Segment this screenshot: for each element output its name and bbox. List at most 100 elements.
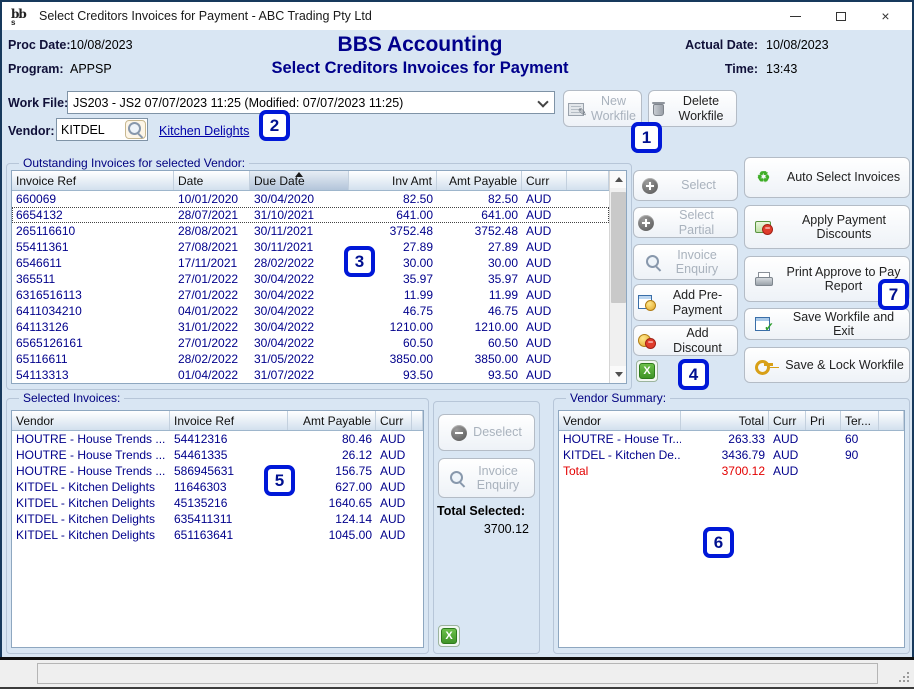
- workfile-combobox[interactable]: JS203 - JS2 07/07/2023 11:25 (Modified: …: [67, 91, 555, 114]
- table-row[interactable]: KITDEL - Kitchen Delights 635411311 124.…: [12, 511, 423, 527]
- cell-ter: [841, 463, 879, 479]
- add-prepayment-button[interactable]: Add Pre-Payment: [633, 284, 738, 321]
- minimize-icon: [790, 16, 801, 17]
- app-title: BBS Accounting: [250, 33, 590, 57]
- cell-vendor: HOUTRE - House Tr...: [559, 431, 681, 447]
- invoice-enquiry-button[interactable]: Invoice Enquiry: [633, 244, 738, 280]
- save-workfile-exit-button[interactable]: Save Workfile and Exit: [744, 308, 910, 340]
- table-row[interactable]: KITDEL - Kitchen Delights 45135216 1640.…: [12, 495, 423, 511]
- annotation-badge-7: 7: [878, 279, 909, 310]
- auto-select-invoices-button[interactable]: Auto Select Invoices: [744, 157, 910, 198]
- col-ter[interactable]: Ter...: [841, 411, 879, 430]
- col-amt-payable[interactable]: Amt Payable: [288, 411, 376, 430]
- new-workfile-button[interactable]: New Workfile: [563, 90, 642, 127]
- scrollbar-thumb[interactable]: [611, 192, 626, 303]
- col-filler: [879, 411, 904, 430]
- cell-ter: 90: [841, 447, 879, 463]
- col-filler: [567, 171, 609, 190]
- cell-inv-amt: 82.50: [349, 191, 437, 207]
- scroll-down-button[interactable]: [610, 366, 627, 383]
- invoice-enquiry-label: Invoice Enquiry: [668, 248, 726, 277]
- cell-amt-payable: 35.97: [437, 271, 522, 287]
- table-row[interactable]: 265116610 28/08/2021 30/11/2021 3752.48 …: [12, 223, 609, 239]
- table-row[interactable]: KITDEL - Kitchen De... 3436.79 AUD 90: [559, 447, 904, 463]
- col-pri[interactable]: Pri: [806, 411, 841, 430]
- cell-amt-payable: 1210.00: [437, 319, 522, 335]
- cell-inv-amt: 11.99: [349, 287, 437, 303]
- cell-due: 30/11/2021: [250, 223, 349, 239]
- cell-due: 28/02/2022: [250, 255, 349, 271]
- apply-payment-discounts-button[interactable]: Apply Payment Discounts: [744, 205, 910, 249]
- sort-ascending-icon: [295, 172, 303, 177]
- vendor-search-button[interactable]: [125, 120, 146, 139]
- cell-ref: 45135216: [170, 495, 288, 511]
- cell-due: 30/04/2020: [250, 191, 349, 207]
- table-row[interactable]: KITDEL - Kitchen Delights 11646303 627.0…: [12, 479, 423, 495]
- deselect-button[interactable]: Deselect: [438, 414, 535, 451]
- delete-workfile-button[interactable]: Delete Workfile: [648, 90, 737, 127]
- table-row[interactable]: HOUTRE - House Trends ... 586945631 156.…: [12, 463, 423, 479]
- outstanding-group-label: Outstanding Invoices for selected Vendor…: [19, 156, 249, 170]
- export-outstanding-excel-button[interactable]: [636, 360, 658, 382]
- table-row[interactable]: HOUTRE - House Trends ... 54461335 26.12…: [12, 447, 423, 463]
- select-button[interactable]: Select: [633, 170, 738, 201]
- col-due-date[interactable]: Due Date: [250, 171, 349, 190]
- selected-invoice-enquiry-button[interactable]: Invoice Enquiry: [438, 458, 535, 498]
- add-discount-label: Add Discount: [662, 326, 733, 355]
- col-invoice-ref[interactable]: Invoice Ref: [12, 171, 174, 190]
- cell-curr: AUD: [376, 431, 412, 447]
- cell-curr: AUD: [376, 495, 412, 511]
- col-total[interactable]: Total: [681, 411, 769, 430]
- maximize-button[interactable]: [818, 2, 863, 30]
- col-vendor[interactable]: Vendor: [559, 411, 681, 430]
- cell-ref: 6411034210: [12, 303, 174, 319]
- cell-date: 04/01/2022: [174, 303, 250, 319]
- resize-grip-icon[interactable]: [897, 670, 909, 682]
- table-row[interactable]: 6316516113 27/01/2022 30/04/2022 11.99 1…: [12, 287, 609, 303]
- table-row[interactable]: HOUTRE - House Tr... 263.33 AUD 60: [559, 431, 904, 447]
- col-curr[interactable]: Curr: [769, 411, 806, 430]
- col-curr[interactable]: Curr: [522, 171, 567, 190]
- table-row-selected[interactable]: 6654132 28/07/2021 31/10/2021 641.00 641…: [12, 207, 609, 223]
- vendor-name-link[interactable]: Kitchen Delights: [159, 124, 249, 138]
- scroll-up-button[interactable]: [610, 171, 627, 188]
- export-selected-excel-button[interactable]: [438, 625, 460, 647]
- close-button[interactable]: ×: [863, 2, 908, 30]
- table-row[interactable]: 660069 10/01/2020 30/04/2020 82.50 82.50…: [12, 191, 609, 207]
- cell-date: 01/04/2022: [174, 367, 250, 383]
- col-vendor[interactable]: Vendor: [12, 411, 170, 430]
- save-lock-workfile-button[interactable]: Save & Lock Workfile: [744, 347, 910, 383]
- app-window: Select Creditors Invoices for Payment - …: [0, 0, 914, 689]
- select-partial-button[interactable]: Select Partial: [633, 207, 738, 238]
- table-row[interactable]: KITDEL - Kitchen Delights 651163641 1045…: [12, 527, 423, 543]
- actual-date-value: 10/08/2023: [766, 38, 829, 52]
- table-row[interactable]: 64113126 31/01/2022 30/04/2022 1210.00 1…: [12, 319, 609, 335]
- table-row[interactable]: 6565126161 27/01/2022 30/04/2022 60.50 6…: [12, 335, 609, 351]
- annotation-badge-5: 5: [264, 465, 295, 496]
- cell-amt-payable: 82.50: [437, 191, 522, 207]
- minimize-button[interactable]: [773, 2, 818, 30]
- add-discount-button[interactable]: Add Discount: [633, 325, 738, 356]
- table-row[interactable]: 54113313 01/04/2022 31/07/2022 93.50 93.…: [12, 367, 609, 383]
- table-row[interactable]: 365511 27/01/2022 30/04/2022 35.97 35.97…: [12, 271, 609, 287]
- close-icon: ×: [881, 9, 889, 23]
- cell-ref: 6546611: [12, 255, 174, 271]
- table-row[interactable]: HOUTRE - House Trends ... 54412316 80.46…: [12, 431, 423, 447]
- select-partial-label: Select Partial: [660, 208, 733, 237]
- vendor-summary-group-label: Vendor Summary:: [566, 391, 670, 405]
- col-invoice-ref[interactable]: Invoice Ref: [170, 411, 288, 430]
- table-row[interactable]: 6546611 17/11/2021 28/02/2022 30.00 30.0…: [12, 255, 609, 271]
- table-row[interactable]: 55411361 27/08/2021 30/11/2021 27.89 27.…: [12, 239, 609, 255]
- vertical-scrollbar[interactable]: [609, 171, 626, 383]
- col-amt-payable[interactable]: Amt Payable: [437, 171, 522, 190]
- col-curr[interactable]: Curr: [376, 411, 412, 430]
- outstanding-header-row: Invoice Ref Date Due Date Inv Amt Amt Pa…: [12, 171, 609, 191]
- new-workfile-icon: [568, 103, 584, 116]
- table-row[interactable]: 6411034210 04/01/2022 30/04/2022 46.75 4…: [12, 303, 609, 319]
- cell-due: 30/04/2022: [250, 335, 349, 351]
- actual-date-label: Actual Date:: [655, 38, 758, 52]
- table-row[interactable]: 65116611 28/02/2022 31/05/2022 3850.00 3…: [12, 351, 609, 367]
- col-date[interactable]: Date: [174, 171, 250, 190]
- excel-icon: [441, 628, 457, 644]
- col-inv-amt[interactable]: Inv Amt: [349, 171, 437, 190]
